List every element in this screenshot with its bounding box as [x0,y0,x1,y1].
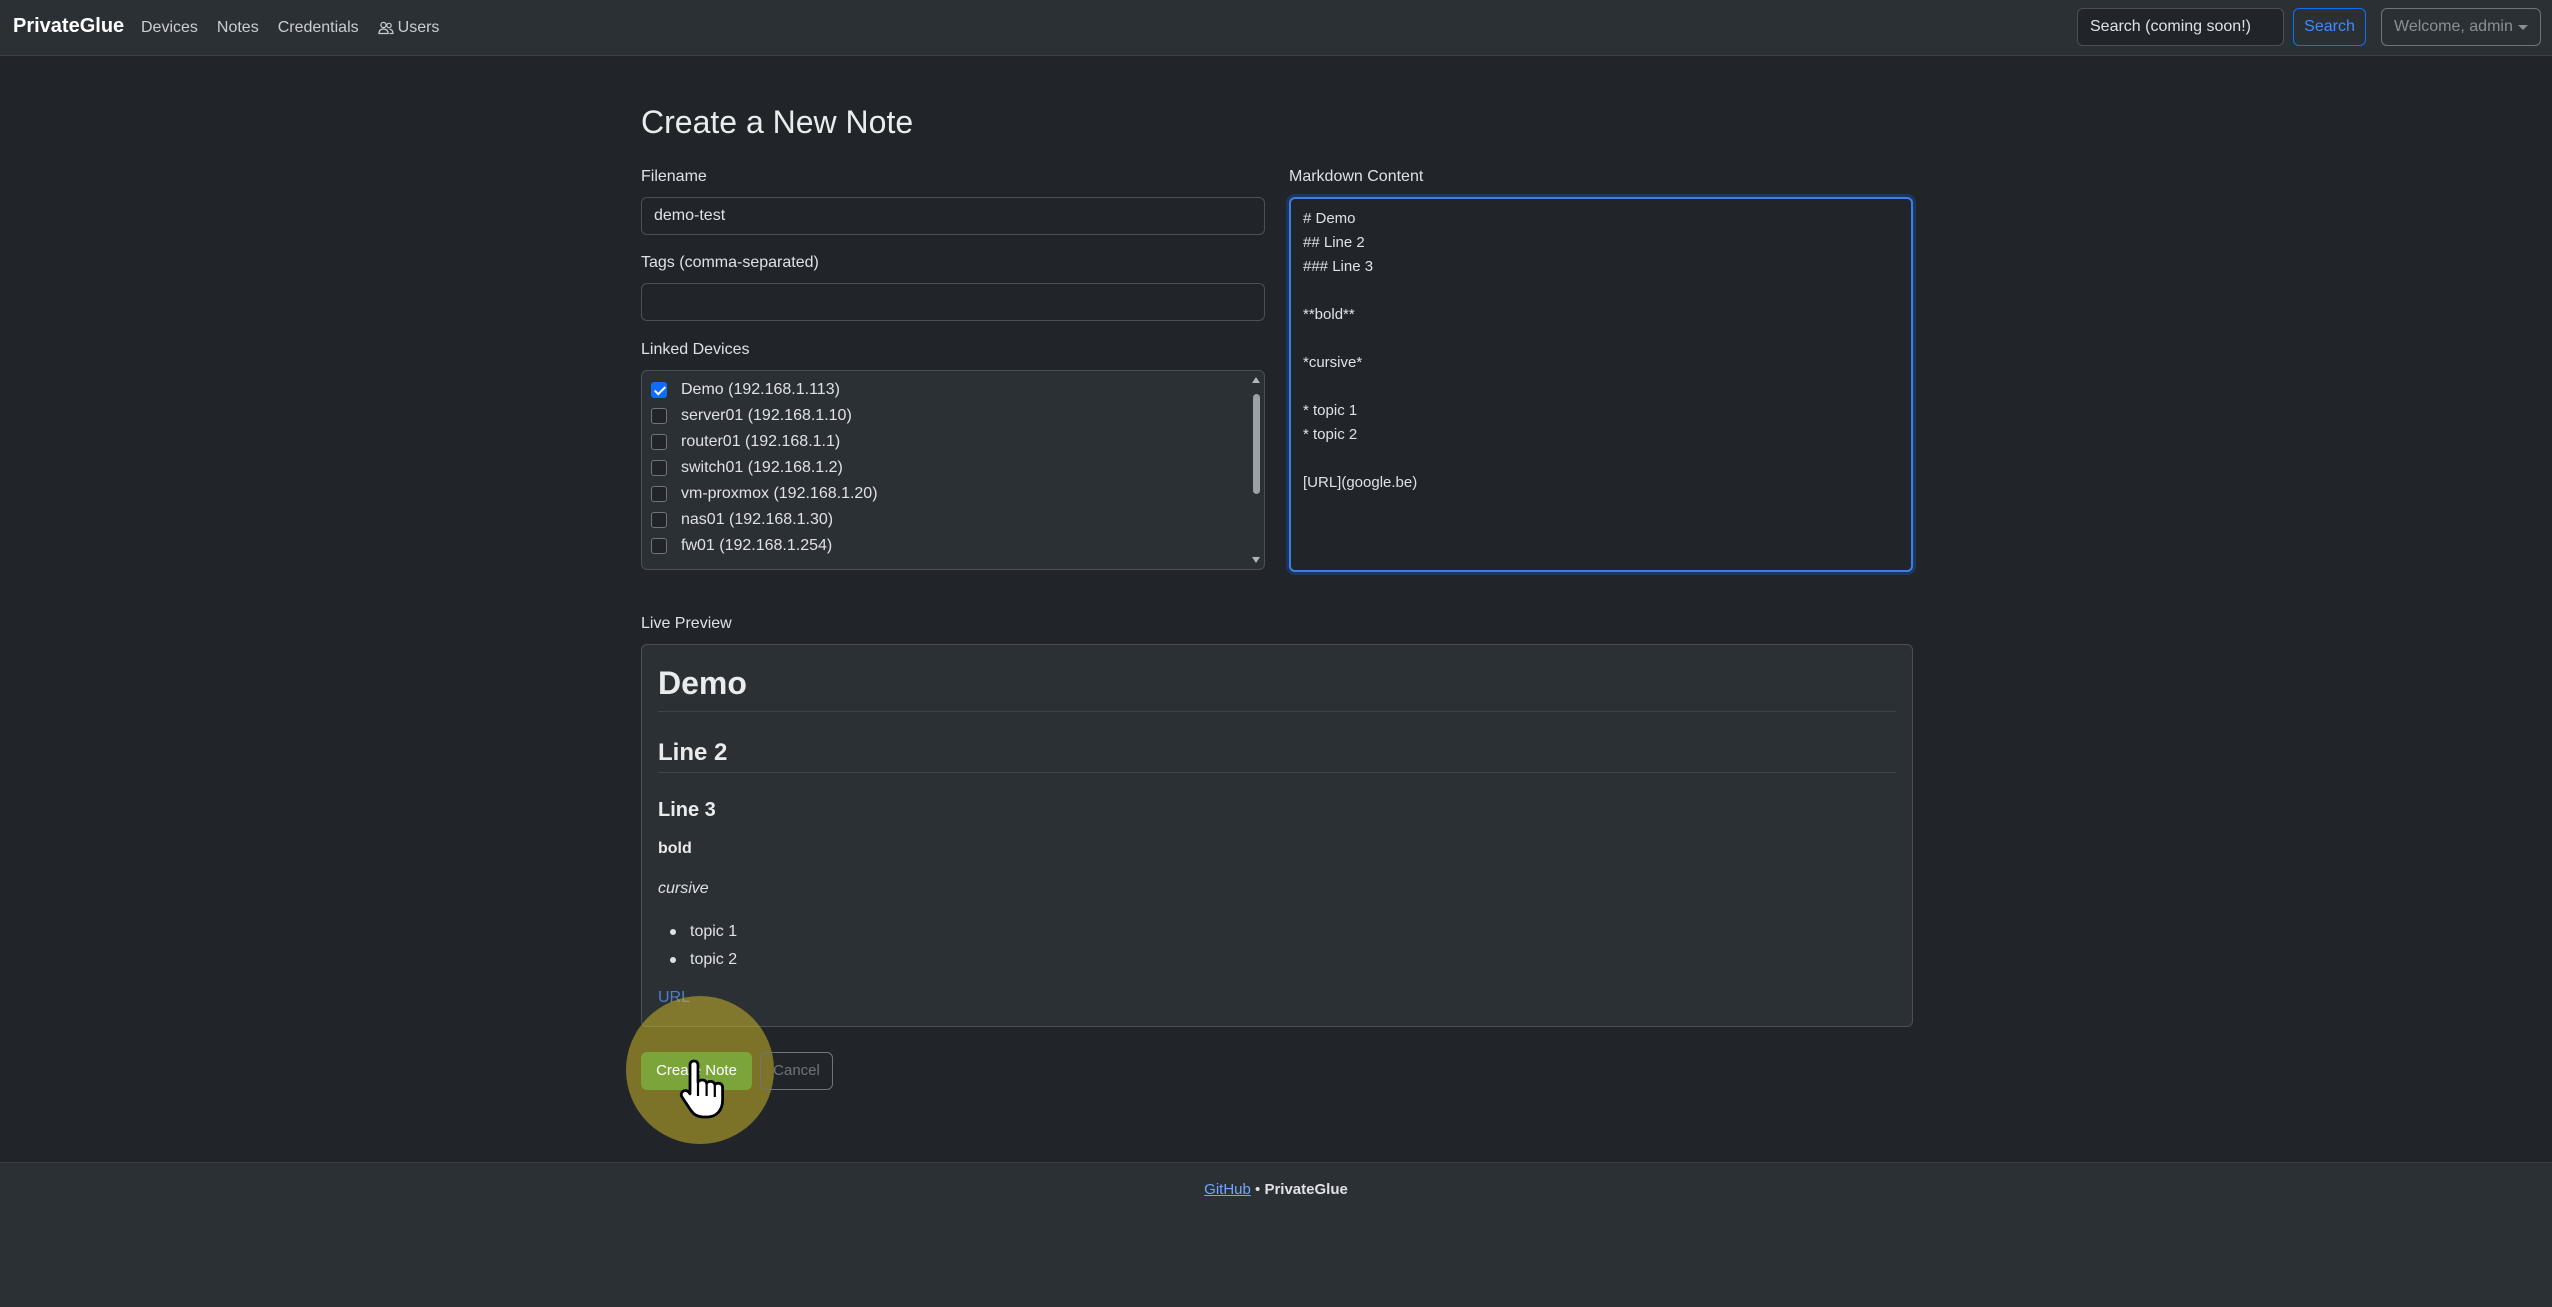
nav-link-devices[interactable]: Devices [141,19,198,37]
device-label: vm-proxmox (192.168.1.20) [681,485,878,502]
checkbox[interactable] [651,408,667,424]
hand-cursor-icon [679,1059,724,1119]
nav-links: Devices Notes Credentials Users [141,19,458,37]
search-button[interactable]: Search [2293,8,2366,46]
preview-heading-3: Line 3 [658,799,716,821]
nav-link-users-label: Users [397,19,440,36]
footer-text: GitHub • PrivateGlue [0,1181,2552,1198]
checkbox-checked[interactable] [651,382,667,398]
bullet-icon [670,957,676,963]
preview-bold-text: bold [658,840,692,857]
device-label: router01 (192.168.1.1) [681,433,841,450]
brand-logo[interactable]: PrivateGlue [13,15,124,38]
user-menu-dropdown[interactable]: Welcome, admin [2381,8,2541,46]
linked-devices-label: Linked Devices [641,341,750,358]
checkbox[interactable] [651,486,667,502]
nav-link-users[interactable]: Users [377,19,440,37]
preview-italic-text: cursive [658,880,709,897]
footer-separator: • [1250,1181,1265,1198]
device-label: nas01 (192.168.1.30) [681,511,834,528]
checkbox[interactable] [651,512,667,528]
checkbox[interactable] [651,434,667,450]
preview-divider [658,772,1896,773]
user-menu-label: Welcome, admin [2394,18,2513,35]
device-label: server01 (192.168.1.10) [681,407,852,424]
filename-input[interactable]: demo-test [641,197,1265,235]
tags-input[interactable] [641,283,1265,321]
preview-heading-2: Line 2 [658,739,728,766]
cancel-button[interactable]: Cancel [760,1052,833,1090]
device-option[interactable]: Demo (192.168.1.113) [651,381,840,399]
nav-link-credentials[interactable]: Credentials [278,19,359,37]
live-preview-panel: Demo Line 2 Line 3 bold cursive topic 1 … [641,644,1913,1027]
device-label: Demo (192.168.1.113) [681,381,840,398]
tags-label: Tags (comma-separated) [641,254,819,271]
device-option[interactable]: vm-proxmox (192.168.1.20) [651,485,878,503]
bullet-icon [670,929,676,935]
preview-divider [658,711,1896,712]
checkbox[interactable] [651,538,667,554]
scroll-up-arrow-icon[interactable] [1252,377,1260,383]
navbar: PrivateGlue Devices Notes Credentials Us… [0,0,2552,56]
device-option[interactable]: nas01 (192.168.1.30) [651,511,833,529]
search-input[interactable]: Search (coming soon!) [2077,8,2284,46]
device-label: fw01 (192.168.1.254) [681,537,833,554]
device-option[interactable]: router01 (192.168.1.1) [651,433,840,451]
chevron-down-icon [2518,25,2528,30]
linked-devices-list[interactable]: Demo (192.168.1.113) server01 (192.168.1… [641,370,1265,570]
github-link[interactable]: GitHub [1204,1181,1251,1198]
device-label: switch01 (192.168.1.2) [681,459,843,476]
scroll-down-arrow-icon[interactable] [1252,557,1260,563]
nav-link-notes[interactable]: Notes [217,19,259,37]
filename-label: Filename [641,168,707,185]
markdown-content-label: Markdown Content [1289,168,1424,185]
device-option[interactable]: fw01 (192.168.1.254) [651,537,832,555]
list-item-text: topic 2 [690,951,738,968]
markdown-content-textarea[interactable]: # Demo ## Line 2 ### Line 3 **bold** *cu… [1289,197,1913,572]
device-option[interactable]: server01 (192.168.1.10) [651,407,852,425]
list-item: topic 2 [658,946,737,974]
scrollbar[interactable] [1251,372,1263,568]
live-preview-label: Live Preview [641,615,732,632]
scroll-thumb[interactable] [1253,394,1260,494]
device-option[interactable]: switch01 (192.168.1.2) [651,459,843,477]
list-item: topic 1 [658,918,737,946]
preview-bullet-list: topic 1 topic 2 [658,918,737,974]
list-item-text: topic 1 [690,923,738,940]
page-title: Create a New Note [641,104,914,140]
footer: GitHub • PrivateGlue [0,1162,2552,1307]
checkbox[interactable] [651,460,667,476]
preview-heading-1: Demo [658,665,747,701]
footer-app-name: PrivateGlue [1264,1181,1348,1198]
users-icon [377,21,394,35]
